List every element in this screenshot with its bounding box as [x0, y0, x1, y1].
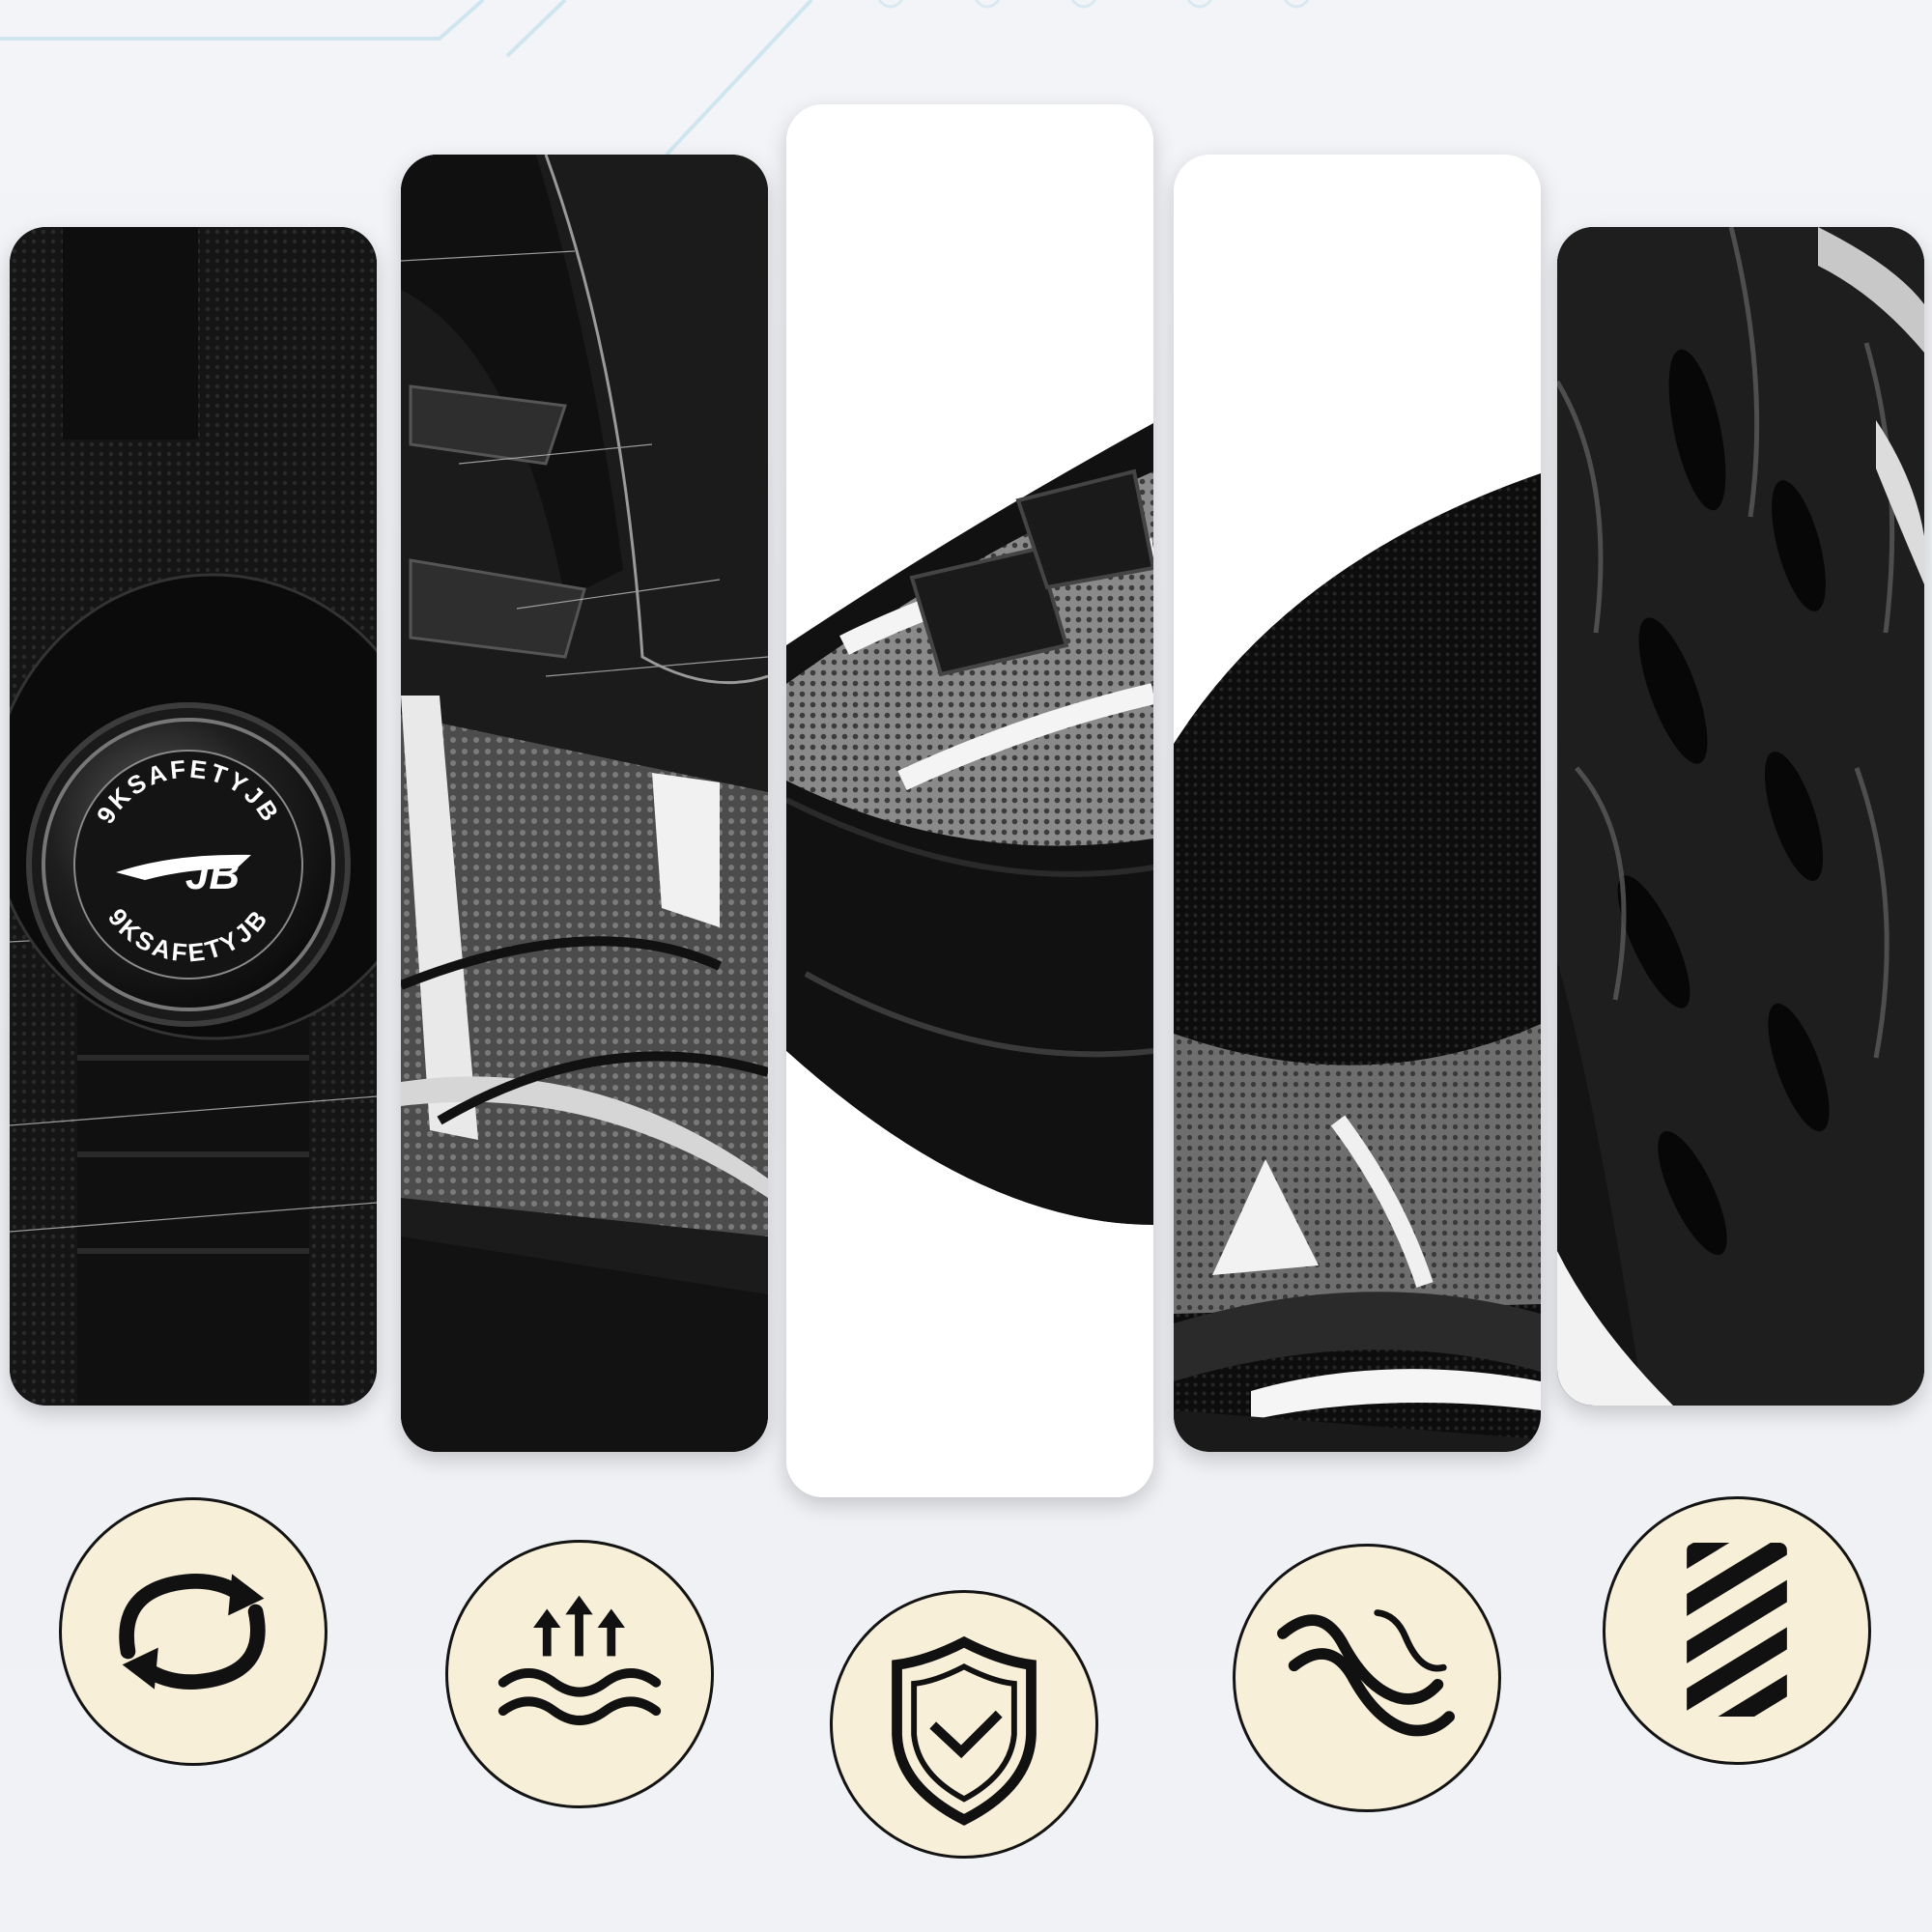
rotate-arrows-icon: [119, 1574, 266, 1690]
feature-badge-anti-slip: [1603, 1496, 1871, 1765]
collar-mesh-image: [1174, 155, 1541, 1452]
panel-toe-cap: [786, 104, 1153, 1497]
feature-badge-flexible: [1233, 1544, 1501, 1812]
knob-logo-mark: JB: [185, 851, 240, 898]
panel-mesh-side: [401, 155, 768, 1452]
mesh-side-image: [401, 155, 768, 1452]
panel-sole-tread: [1557, 227, 1924, 1406]
anti-slip-stripes-icon: [1687, 1543, 1787, 1718]
panel-rotary-knob: 9KSAFETYJB 9KSAFETYJB JB: [10, 227, 377, 1406]
panel-collar-mesh: [1174, 155, 1541, 1452]
flexible-waves-icon: [1277, 1609, 1455, 1737]
toe-cap-image: [786, 104, 1153, 1497]
sole-tread-image: [1557, 227, 1924, 1406]
feature-badge-breathable: [445, 1540, 714, 1808]
feature-badge-protection: [830, 1590, 1098, 1859]
shield-check-icon: [892, 1635, 1037, 1826]
breathable-waves-icon: [497, 1595, 662, 1725]
feature-badge-rotate: [59, 1497, 327, 1766]
knob-closeup-image: 9KSAFETYJB 9KSAFETYJB JB: [10, 227, 377, 1406]
